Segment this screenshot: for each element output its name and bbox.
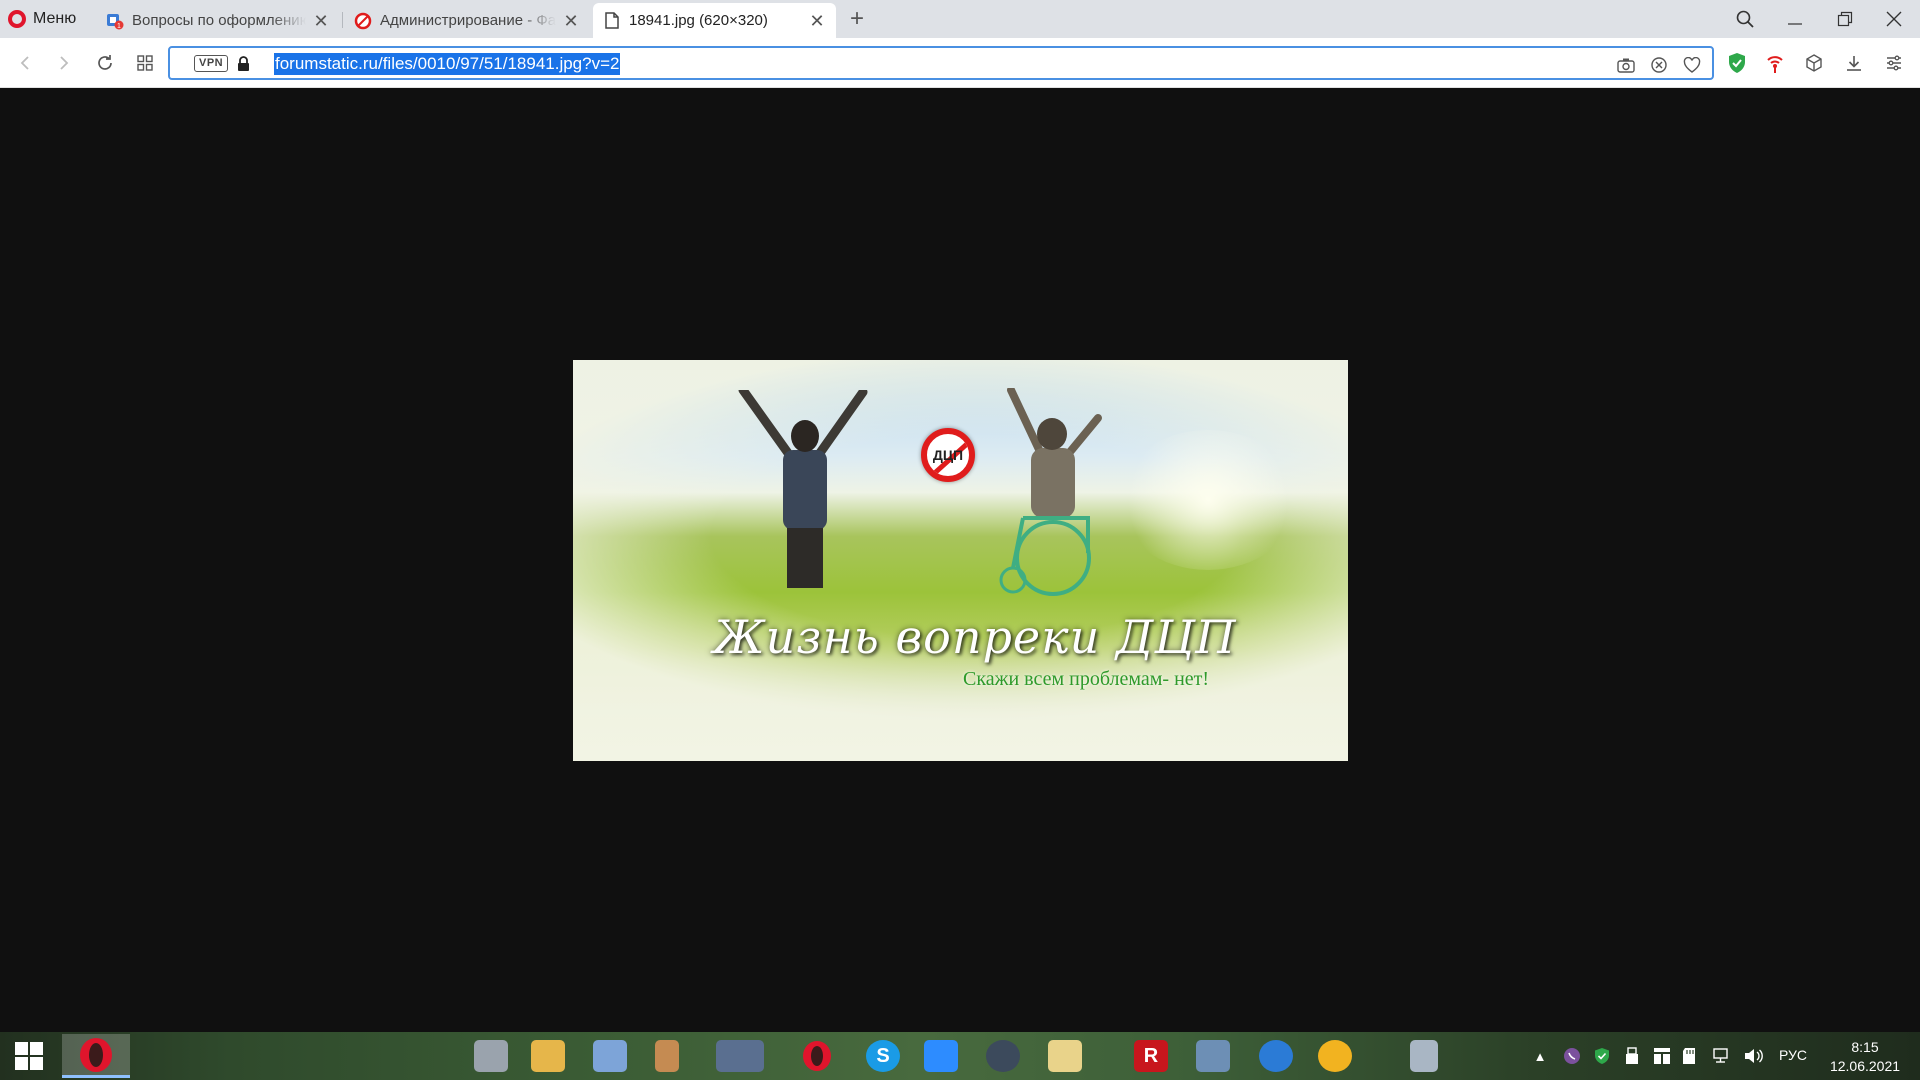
clock-time: 8:15: [1851, 1039, 1879, 1055]
taskbar-browser-icon[interactable]: [1259, 1040, 1293, 1072]
usb-device-tray-icon[interactable]: [1622, 1046, 1642, 1066]
search-icon: [1736, 10, 1754, 28]
taskbar-reader-icon[interactable]: R: [1134, 1040, 1168, 1072]
shield-check-icon[interactable]: [1725, 51, 1749, 75]
app-grid-tray-icon[interactable]: [1652, 1046, 1672, 1066]
tab-close-icon[interactable]: ✕: [562, 12, 580, 30]
taskbar-keyboard-icon[interactable]: [716, 1040, 764, 1072]
tab-title: Администрирование - Фа: [380, 12, 556, 29]
clock-date: 12.06.2021: [1829, 1058, 1901, 1074]
standing-person-figure: [723, 385, 883, 590]
camera-icon[interactable]: [1616, 55, 1636, 75]
forward-button[interactable]: [49, 48, 79, 78]
search-tabs-button[interactable]: [1721, 0, 1769, 38]
system-clock[interactable]: 8:15 12.06.2021: [1820, 1038, 1910, 1076]
image-title-text: Жизнь вопреки ДЦП: [713, 610, 1237, 664]
network-tray-icon[interactable]: [1712, 1046, 1732, 1066]
taskbar-opera-pin-icon[interactable]: [800, 1040, 834, 1072]
menu-label: Меню: [33, 10, 77, 27]
input-language-indicator[interactable]: РУС: [1779, 1047, 1807, 1063]
tab-close-icon[interactable]: ✕: [312, 12, 330, 30]
tab-strip: Меню 1 Вопросы по оформлению ✕ Администр…: [0, 0, 1920, 38]
person-head: [791, 420, 819, 452]
taskbar-zoom-icon[interactable]: [924, 1040, 958, 1072]
tab-title: Вопросы по оформлению: [132, 12, 306, 29]
easy-setup-icon[interactable]: [1882, 51, 1906, 75]
forum-favicon-icon: 1: [106, 12, 124, 30]
reload-button[interactable]: [90, 48, 120, 78]
tab-forum-questions[interactable]: 1 Вопросы по оформлению ✕: [96, 3, 340, 38]
tab-grid-button[interactable]: [130, 48, 160, 78]
windows-logo-icon: [15, 1042, 43, 1070]
back-button[interactable]: [10, 48, 40, 78]
taskbar-notepad-icon[interactable]: [474, 1040, 508, 1072]
svg-text:1: 1: [117, 23, 121, 30]
taskbar-folder-icon[interactable]: [531, 1040, 565, 1072]
vpn-badge[interactable]: VPN: [194, 55, 229, 72]
person-head: [1037, 418, 1067, 450]
no-cerebral-palsy-sign: ДЦП: [921, 428, 975, 482]
show-hidden-icons-chevron-icon[interactable]: ▲: [1530, 1046, 1550, 1066]
address-bar[interactable]: VPN forumstatic.ru/files/0010/97/51/1894…: [168, 46, 1714, 80]
volume-tray-icon[interactable]: [1743, 1046, 1763, 1066]
start-button[interactable]: [0, 1032, 58, 1080]
opera-menu-button[interactable]: Меню: [8, 0, 76, 38]
restore-button[interactable]: [1821, 0, 1869, 38]
arrow-left-icon: [20, 56, 29, 70]
new-tab-button[interactable]: +: [842, 4, 872, 34]
taskbar-search-app-icon[interactable]: [593, 1040, 627, 1072]
tab-image-file[interactable]: 18941.jpg (620×320) ✕: [593, 3, 836, 38]
close-icon: [1886, 11, 1902, 27]
taskbar-tools-icon[interactable]: [655, 1040, 679, 1072]
wireless-signal-icon[interactable]: [1763, 51, 1787, 75]
security-check-tray-icon[interactable]: [1592, 1046, 1612, 1066]
taskbar-laptop-icon[interactable]: [1196, 1040, 1230, 1072]
reload-icon: [98, 55, 112, 70]
windows-taskbar: S R ▲ РУС 8:15 12.06.2021: [0, 1032, 1920, 1080]
tab-separator: [342, 12, 343, 28]
close-window-button[interactable]: [1870, 0, 1918, 38]
taskbar-opera-button[interactable]: [62, 1034, 130, 1078]
cube-extension-icon[interactable]: [1802, 51, 1826, 75]
viewed-image[interactable]: ДЦП Жизнь вопреки ДЦП Скажи всем проблем…: [573, 360, 1348, 761]
grid-icon: [137, 55, 153, 71]
taskbar-warning-app-icon[interactable]: [1318, 1040, 1352, 1072]
sd-card-tray-icon[interactable]: [1680, 1046, 1700, 1066]
opera-icon: [80, 1037, 112, 1072]
heart-bookmark-icon[interactable]: [1682, 55, 1702, 75]
viber-tray-icon[interactable]: [1562, 1046, 1582, 1066]
wheelchair-person-figure: [993, 386, 1133, 608]
opera-logo-icon: [8, 10, 26, 28]
restore-icon: [1837, 11, 1853, 27]
arrow-right-icon: [60, 56, 69, 70]
tab-title: 18941.jpg (620×320): [629, 12, 768, 29]
no-sign-favicon-icon: [354, 12, 372, 30]
url-text[interactable]: forumstatic.ru/files/0010/97/51/18941.jp…: [274, 53, 621, 75]
minimize-button[interactable]: [1771, 0, 1819, 38]
tab-close-icon[interactable]: ✕: [808, 12, 826, 30]
tab-administration[interactable]: Администрирование - Фа ✕: [344, 3, 590, 38]
sunlight-glow: [1118, 430, 1298, 570]
ad-block-icon[interactable]: [1649, 55, 1669, 75]
file-icon: [603, 12, 621, 30]
download-icon[interactable]: [1842, 51, 1866, 75]
taskbar-recycle-bin-icon[interactable]: [1410, 1040, 1438, 1072]
badge-text: ДЦП: [932, 447, 964, 463]
taskbar-skype-icon[interactable]: S: [866, 1040, 900, 1072]
lock-icon[interactable]: [237, 56, 250, 77]
minimize-icon: [1788, 23, 1802, 25]
image-subtitle-text: Скажи всем проблемам- нет!: [963, 668, 1210, 690]
address-toolbar: VPN forumstatic.ru/files/0010/97/51/1894…: [0, 38, 1920, 88]
taskbar-mail-icon[interactable]: [1048, 1040, 1082, 1072]
taskbar-speedometer-icon[interactable]: [986, 1040, 1020, 1072]
